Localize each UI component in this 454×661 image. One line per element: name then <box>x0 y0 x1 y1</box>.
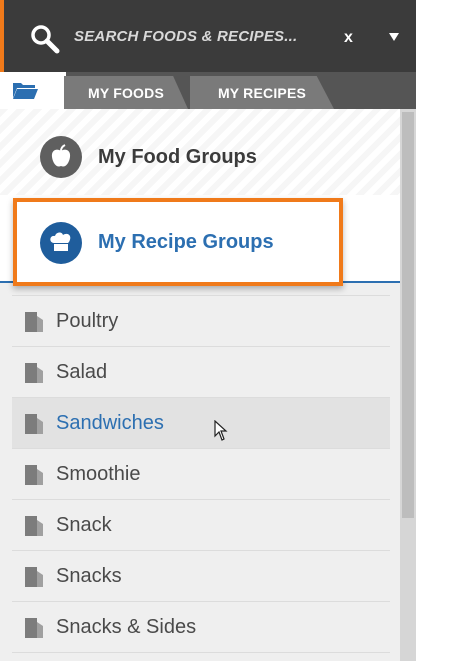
mouse-pointer-icon <box>214 420 228 441</box>
clear-search-button[interactable]: x <box>344 29 353 47</box>
list-item-poultry[interactable]: Poultry <box>12 296 390 347</box>
folder-open-icon <box>13 83 38 99</box>
my-recipe-groups-label[interactable]: My Recipe Groups <box>98 231 274 254</box>
book-icon <box>25 363 43 383</box>
book-icon <box>25 618 43 638</box>
search-icon[interactable] <box>30 24 60 54</box>
book-icon <box>25 312 43 332</box>
chef-hat-icon <box>40 222 82 264</box>
book-icon <box>25 414 43 434</box>
list-item-label: Snacks <box>56 565 122 587</box>
list-item-sandwiches[interactable]: Sandwiches <box>12 398 390 449</box>
list-item-salad[interactable]: Salad <box>12 347 390 398</box>
chevron-down-icon[interactable] <box>386 30 402 44</box>
tab-folder[interactable] <box>0 72 66 109</box>
list-item-label: Sandwiches <box>56 412 164 434</box>
list-item-snack[interactable]: Snack <box>12 500 390 551</box>
scrollbar-thumb[interactable] <box>402 112 414 518</box>
book-icon <box>25 465 43 485</box>
list-item-label: Poultry <box>56 310 119 332</box>
list-item-smoothie[interactable]: Smoothie <box>12 449 390 500</box>
list-item-snacks[interactable]: Snacks <box>12 551 390 602</box>
my-food-groups-label[interactable]: My Food Groups <box>98 146 257 169</box>
list-item-snacks-and-sides[interactable]: Snacks & Sides <box>12 602 390 653</box>
list-item-label: Snacks & Sides <box>56 616 197 638</box>
search-input[interactable]: SEARCH FOODS & RECIPES... <box>74 28 297 45</box>
book-icon <box>25 567 43 587</box>
tab-my-foods[interactable]: MY FOODS <box>64 76 188 109</box>
book-icon <box>25 516 43 536</box>
list-item-label: Snack <box>56 514 112 536</box>
list-item-label: Salad <box>56 361 108 383</box>
list-item-label: Smoothie <box>56 463 141 485</box>
tab-my-recipes[interactable]: MY RECIPES <box>190 76 334 109</box>
search-accent-bar <box>0 0 4 72</box>
apple-icon <box>40 136 82 178</box>
